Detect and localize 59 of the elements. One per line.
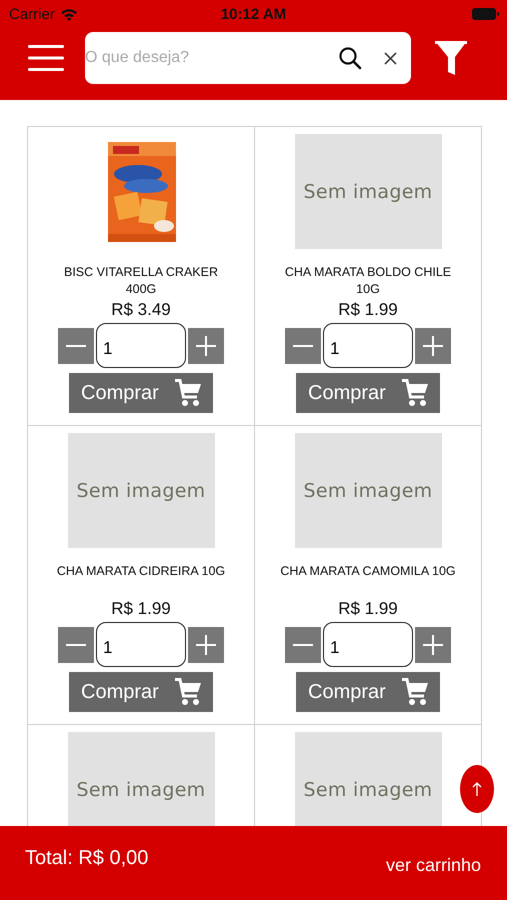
increase-button[interactable] (415, 328, 451, 364)
menu-icon (28, 45, 64, 71)
product-price: R$ 1.99 (338, 599, 398, 618)
increase-button[interactable] (415, 626, 451, 662)
placeholder-label: Sem imagem (304, 480, 432, 502)
arrow-up-icon (472, 782, 482, 796)
menu-button[interactable] (28, 45, 64, 71)
plus-icon (196, 336, 216, 356)
scroll-top-button[interactable] (460, 765, 494, 813)
search-input[interactable]: O que deseja? (85, 49, 338, 67)
increase-button[interactable] (188, 626, 224, 662)
close-icon (384, 52, 397, 64)
buy-button[interactable]: Comprar (69, 672, 213, 712)
product-name: BISC VITARELLA CRAKER 400G (63, 264, 219, 298)
buy-button[interactable]: Comprar (69, 373, 213, 413)
wifi-icon (60, 8, 78, 20)
search-icon (338, 46, 362, 70)
product-price: R$ 1.99 (338, 300, 398, 319)
plus-icon (196, 634, 216, 654)
buy-button[interactable]: Comprar (296, 373, 440, 413)
clock-time: 10:12 AM (220, 6, 286, 22)
product-name: CHA MARATA CIDREIRA 10G (56, 563, 226, 580)
filter-button[interactable] (435, 41, 467, 75)
plus-icon (423, 336, 443, 356)
cart-icon (402, 678, 428, 706)
quantity-field[interactable]: 1 (323, 323, 413, 368)
decrease-button[interactable] (285, 328, 321, 364)
cart-icon (175, 678, 201, 706)
buy-button[interactable]: Comprar (296, 672, 440, 712)
decrease-button[interactable] (58, 626, 94, 662)
minus-icon (293, 344, 313, 346)
decrease-button[interactable] (58, 328, 94, 364)
clear-button[interactable] (384, 52, 397, 64)
search-field[interactable]: O que deseja? (85, 32, 411, 84)
plus-icon (423, 634, 443, 654)
quantity-field[interactable]: 1 (323, 622, 413, 667)
product-name: CHA MARATA BOLDO CHILE 10G (284, 264, 452, 298)
view-cart-link[interactable]: ver carrinho (386, 854, 481, 876)
minus-icon (66, 644, 86, 646)
filter-icon (435, 41, 467, 75)
minus-icon (66, 344, 86, 346)
search-button[interactable] (338, 46, 362, 70)
product-price: R$ 3.49 (111, 300, 171, 319)
cart-icon (175, 379, 201, 407)
placeholder-label: Sem imagem (76, 778, 206, 800)
battery-icon (472, 8, 499, 20)
placeholder-label: Sem imagem (76, 480, 206, 502)
quantity-field[interactable]: 1 (96, 622, 186, 667)
increase-button[interactable] (188, 328, 224, 364)
minus-icon (293, 644, 313, 646)
cart-total: Total: R$ 0,00 (25, 846, 148, 870)
decrease-button[interactable] (285, 626, 321, 662)
quantity-field[interactable]: 1 (96, 323, 186, 368)
carrier-label: Carrier (9, 6, 55, 22)
placeholder-label: Sem imagem (304, 778, 432, 800)
cart-icon (402, 379, 428, 407)
product-name: CHA MARATA CAMOMILA 10G (280, 563, 456, 580)
product-price: R$ 1.99 (111, 599, 171, 618)
placeholder-label: Sem imagem (304, 180, 432, 202)
